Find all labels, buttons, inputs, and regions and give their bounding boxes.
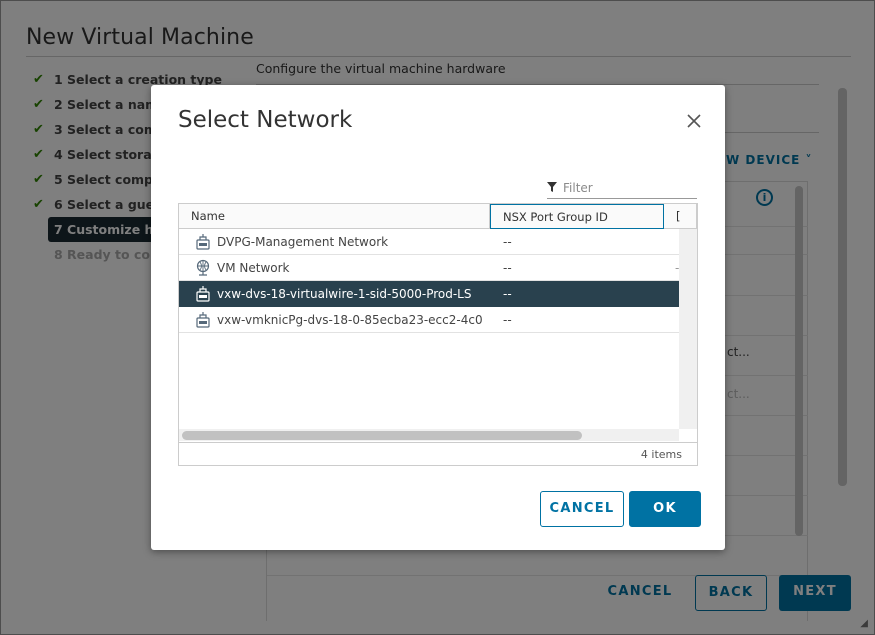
select-network-dialog: Select Network Name NSX Port Group ID [ … xyxy=(151,85,725,550)
filter-icon xyxy=(547,182,557,192)
grid-vertical-scrollbar[interactable] xyxy=(679,229,697,429)
standard-network-icon xyxy=(196,259,210,276)
network-name: VM Network xyxy=(217,261,290,275)
scrollbar-thumb[interactable] xyxy=(182,431,582,440)
nsx-port-group-id: -- xyxy=(503,287,512,301)
table-row[interactable]: vxw-vmknicPg-dvs-18-0-85ecba23-ecc2-4c0.… xyxy=(179,307,679,333)
network-name: vxw-vmknicPg-dvs-18-0-85ecba23-ecc2-4c0.… xyxy=(217,313,482,327)
grid-footer: 4 items xyxy=(179,442,697,466)
distributed-portgroup-icon xyxy=(196,312,210,328)
table-row-selected[interactable]: vxw-dvs-18-virtualwire-1-sid-5000-Prod-L… xyxy=(179,281,679,307)
cancel-button[interactable]: CANCEL xyxy=(540,491,624,527)
network-name: DVPG-Management Network xyxy=(217,235,389,249)
grid-header: Name NSX Port Group ID [ xyxy=(179,204,697,229)
nsx-port-group-id: -- xyxy=(503,313,512,327)
filter-input[interactable] xyxy=(563,179,695,197)
filter-box xyxy=(547,179,697,199)
item-count: 4 items xyxy=(640,448,682,461)
nsx-port-group-id: -- xyxy=(503,261,512,275)
column-header-nsx-port-group-id[interactable]: NSX Port Group ID xyxy=(490,204,664,229)
close-icon[interactable] xyxy=(683,110,705,132)
ok-button[interactable]: OK xyxy=(629,491,701,527)
dialog-title: Select Network xyxy=(178,107,353,133)
distributed-portgroup-icon xyxy=(196,286,210,302)
column-header-name[interactable]: Name xyxy=(179,204,490,229)
grid-horizontal-scrollbar[interactable] xyxy=(179,429,679,441)
network-name: vxw-dvs-18-virtualwire-1-sid-5000-Prod-L… xyxy=(217,287,472,301)
nsx-port-group-id: -- xyxy=(503,235,512,249)
column-header-more[interactable]: [ xyxy=(664,204,697,229)
table-row[interactable]: DVPG-Management Network -- xyxy=(179,229,679,255)
distributed-portgroup-icon xyxy=(196,234,210,250)
grid-body: DVPG-Management Network -- VM Network --… xyxy=(179,229,679,429)
table-row[interactable]: VM Network -- - xyxy=(179,255,679,281)
network-grid: Name NSX Port Group ID [ DVPG-Management… xyxy=(178,203,698,466)
